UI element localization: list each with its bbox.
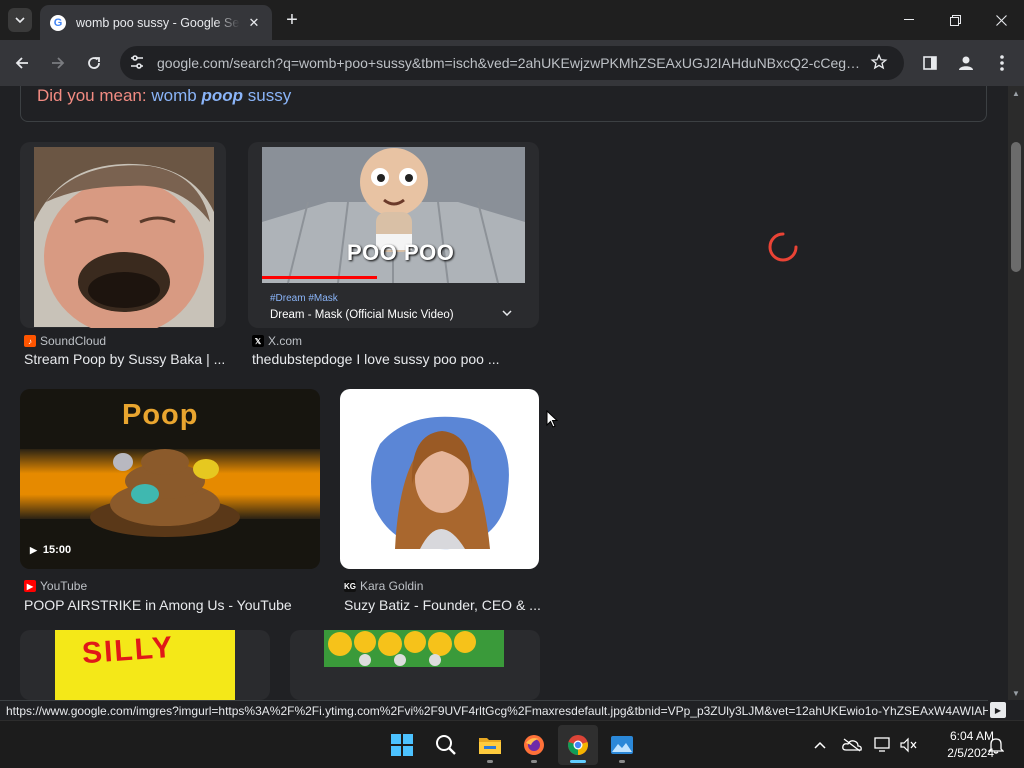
suggestion-word: sussy (247, 86, 292, 105)
search-results-page: Did you mean: womb poop sussy ♪ SoundClo… (0, 86, 1008, 700)
forward-icon[interactable] (42, 47, 74, 79)
browser-toolbar: google.com/search?q=womb+poo+sussy&tbm=i… (0, 40, 1024, 86)
running-indicator (619, 760, 625, 763)
emoji-image (324, 630, 504, 667)
url-text: google.com/search?q=womb+poo+sussy&tbm=i… (157, 55, 867, 71)
tab-title: womb poo sussy - Google Search (76, 15, 240, 30)
loading-spinner (767, 231, 799, 263)
result-source-name: X.com (268, 334, 303, 348)
result-source[interactable]: 𝕏 X.com (252, 334, 302, 348)
bell-icon[interactable] (986, 735, 1006, 755)
system-clock[interactable]: 6:04 AM 2/5/2024 (920, 728, 994, 762)
thumb-caption: POO POO (347, 240, 455, 265)
image-result[interactable]: POO POO #Dream #Mask Dream - Mask (Offic… (248, 142, 543, 372)
menu-icon[interactable] (986, 47, 1018, 79)
face-image (34, 147, 214, 328)
plus-icon[interactable]: + (280, 8, 304, 32)
tab-search-icon[interactable] (8, 8, 32, 32)
video-title: Dream - Mask (Official Music Video) (270, 309, 454, 321)
photos-icon[interactable] (602, 725, 642, 765)
chevron-down-icon (502, 308, 512, 319)
result-title[interactable]: POOP AIRSTRIKE in Among Us - YouTube (24, 597, 324, 613)
video-duration: ▶ 15:00 (30, 544, 71, 556)
result-source-name: YouTube (40, 579, 88, 593)
firefox-icon[interactable] (514, 725, 554, 765)
mouse-cursor (546, 409, 559, 434)
image-result[interactable]: KG Kara Goldin Suzy Batiz - Founder, CEO… (340, 389, 543, 614)
result-thumbnail[interactable] (340, 389, 539, 569)
result-thumbnail[interactable] (290, 630, 540, 700)
image-result[interactable] (290, 630, 540, 700)
close-icon[interactable]: ✕ (246, 15, 262, 31)
suggestion-word-corrected: poop (201, 86, 243, 105)
status-expand-icon: ▶ (990, 702, 1006, 718)
network-icon[interactable] (873, 735, 893, 755)
result-source[interactable]: ▶ YouTube (24, 579, 87, 593)
result-thumbnail[interactable]: SILLY (20, 630, 270, 700)
image-result[interactable]: Poop ▶ 15:00 ▶ YouTube POOP AIRSTRIKE in… (20, 389, 324, 614)
google-g-icon: G (50, 14, 66, 31)
result-title[interactable]: thedubstepdoge I love sussy poo poo ... (252, 351, 543, 367)
result-source-name: SoundCloud (40, 334, 107, 348)
search-icon[interactable] (426, 725, 466, 765)
minimize-icon[interactable] (886, 0, 932, 40)
onedrive-icon[interactable] (842, 735, 862, 755)
windows-start-icon[interactable] (382, 725, 422, 765)
youtube-icon: ▶ (24, 580, 36, 592)
portrait-image (371, 416, 509, 550)
scroll-up-icon[interactable]: ▲ (1012, 89, 1020, 98)
running-indicator (487, 760, 493, 763)
result-thumbnail[interactable]: Poop ▶ 15:00 (20, 389, 320, 569)
result-source[interactable]: KG Kara Goldin (344, 579, 423, 593)
video-hashtags: #Dream #Mask (270, 293, 338, 304)
result-title[interactable]: Suzy Batiz - Founder, CEO & ... (344, 597, 543, 613)
play-icon: ▶ (30, 544, 37, 555)
kara-goldin-icon: KG (344, 580, 356, 592)
address-bar[interactable]: google.com/search?q=womb+poo+sussy&tbm=i… (120, 46, 904, 80)
image-result[interactable]: ♪ SoundCloud Stream Poop by Sussy Baka |… (20, 142, 230, 372)
result-source[interactable]: ♪ SoundCloud (24, 334, 106, 348)
did-you-mean: Did you mean: womb poop sussy (37, 86, 291, 106)
image-result[interactable]: SILLY (20, 630, 270, 700)
result-title[interactable]: Stream Poop by Sussy Baka | ... (24, 351, 230, 367)
x-icon: 𝕏 (252, 335, 264, 347)
result-source-name: Kara Goldin (360, 579, 424, 593)
result-thumbnail[interactable] (20, 142, 226, 328)
link-status-bar: https://www.google.com/imgres?imgurl=htt… (0, 700, 988, 720)
result-thumbnail[interactable]: POO POO #Dream #Mask Dream - Mask (Offic… (248, 142, 539, 328)
sidepanel-icon[interactable] (914, 47, 946, 79)
restore-icon[interactable] (932, 0, 978, 40)
active-indicator (570, 760, 586, 763)
clock-date: 2/5/2024 (947, 746, 994, 760)
scroll-down-icon[interactable]: ▼ (1012, 689, 1020, 698)
profile-icon[interactable] (950, 47, 982, 79)
suggestion-link[interactable]: womb poop sussy (151, 86, 291, 105)
site-info-icon[interactable] (128, 53, 148, 73)
soundcloud-icon: ♪ (24, 335, 36, 347)
taskbar: 6:04 AM 2/5/2024 (0, 720, 1024, 768)
back-icon[interactable] (6, 47, 38, 79)
thumb-caption: Poop (122, 399, 199, 431)
duration-text: 15:00 (42, 544, 72, 556)
page-scrollbar[interactable]: ▲ ▼ (1008, 86, 1024, 700)
running-indicator (531, 760, 537, 763)
clock-time: 6:04 AM (949, 729, 994, 743)
suggestion-word: womb (151, 86, 197, 105)
volume-icon[interactable] (898, 735, 918, 755)
reload-icon[interactable] (78, 47, 110, 79)
chevron-up-icon[interactable] (810, 735, 830, 755)
star-icon[interactable] (870, 53, 890, 73)
tab-strip: G womb poo sussy - Google Search ✕ + (0, 0, 1024, 40)
thumb-caption: SILLY (80, 630, 176, 671)
file-explorer-icon[interactable] (470, 725, 510, 765)
scroll-thumb[interactable] (1011, 142, 1021, 272)
tab-active[interactable]: G womb poo sussy - Google Search ✕ (40, 5, 272, 40)
window-close-icon[interactable] (978, 0, 1024, 40)
chrome-icon[interactable] (558, 725, 598, 765)
did-you-mean-label: Did you mean: (37, 86, 147, 105)
